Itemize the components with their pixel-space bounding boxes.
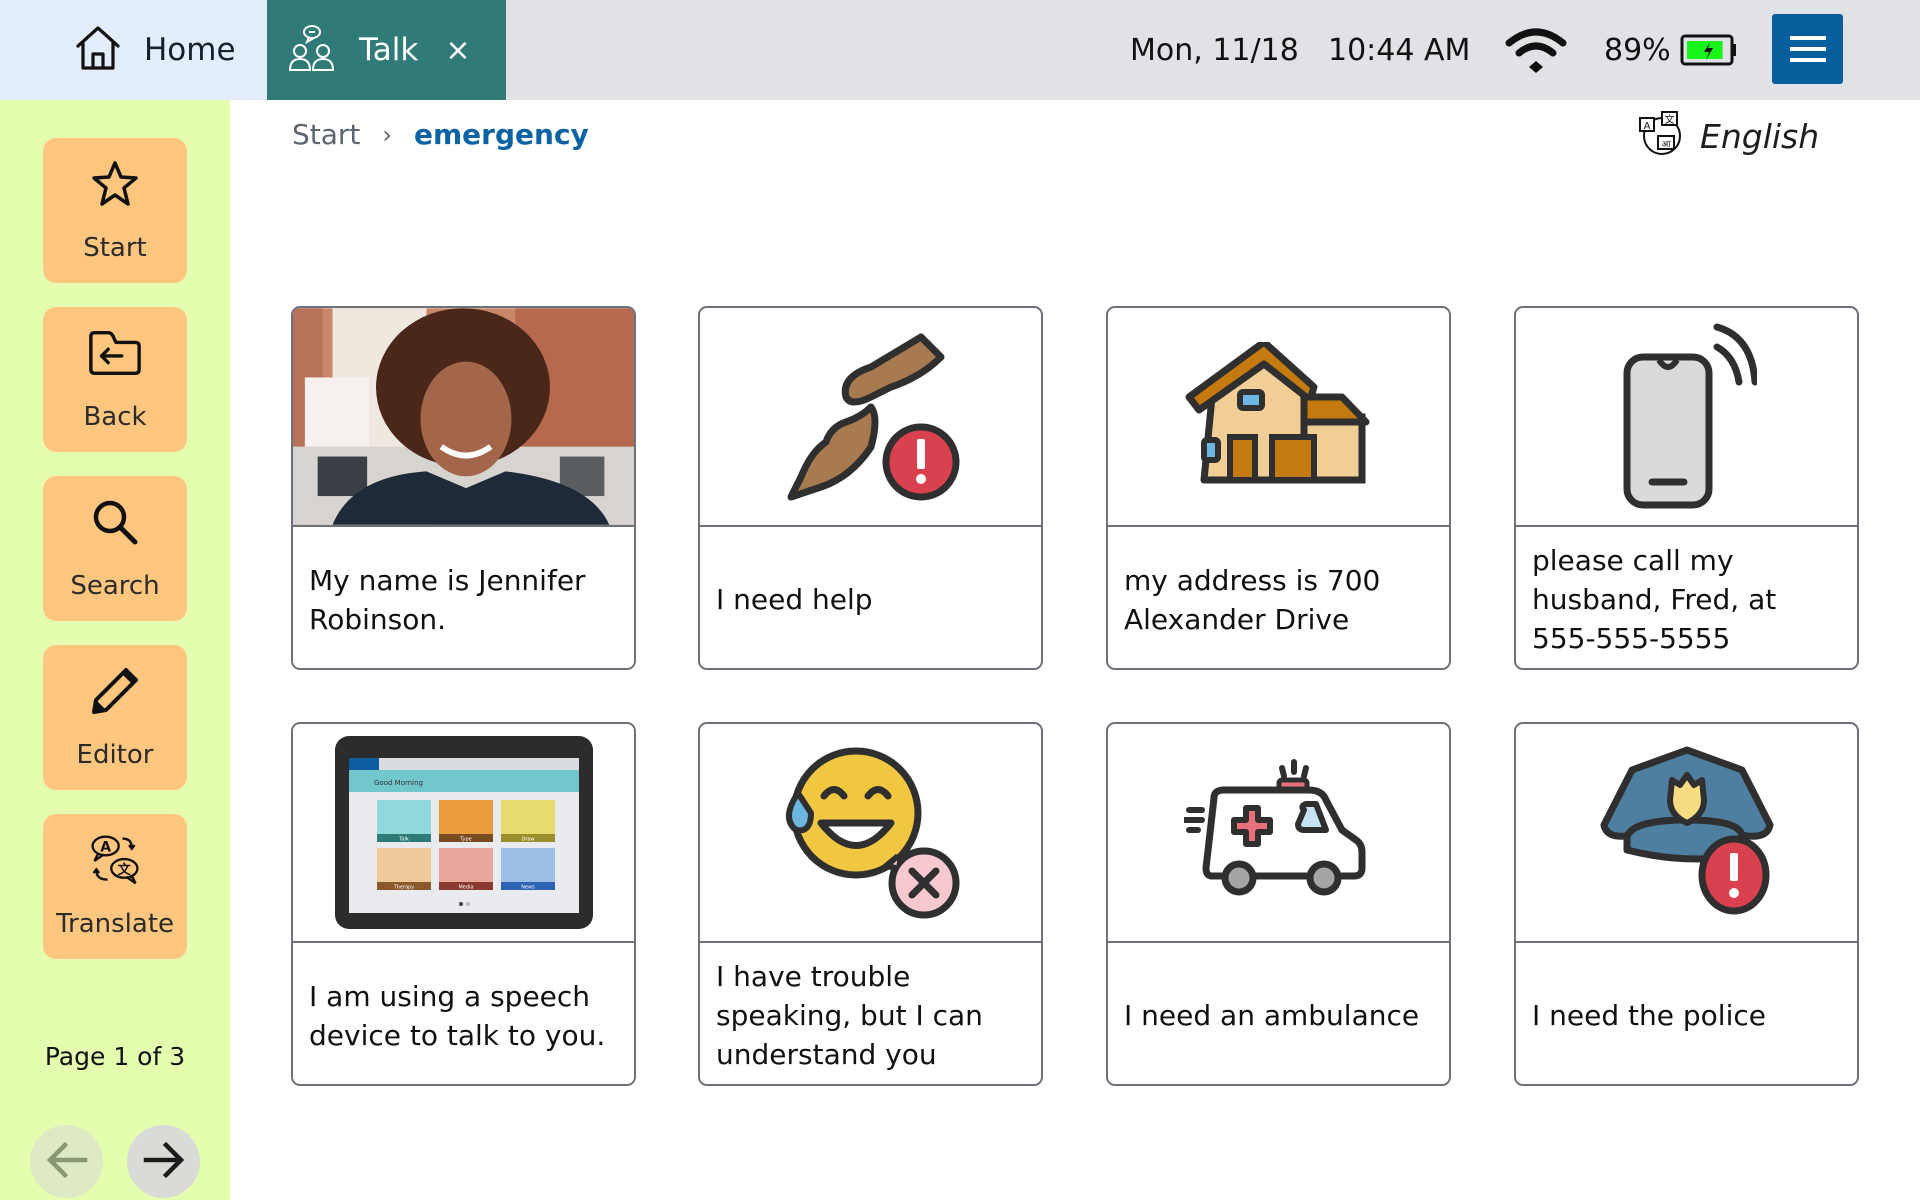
sidebar-button-editor[interactable]: Editor	[43, 645, 187, 790]
battery-fill	[1687, 41, 1723, 59]
star-icon	[87, 156, 143, 212]
phrase-card[interactable]: Good Morning Talk Type Draw Therapy Media New…	[291, 722, 636, 1086]
menu-line	[1789, 47, 1826, 51]
tab-home[interactable]: Home	[0, 0, 267, 100]
svg-text:文: 文	[1665, 113, 1675, 126]
language-label: English	[1700, 116, 1820, 156]
breadcrumb-current: emergency	[414, 118, 589, 151]
woman-portrait-photo	[293, 308, 634, 527]
breadcrumb-separator: ›	[382, 120, 393, 149]
talk-people-icon	[287, 24, 337, 76]
tab-talk[interactable]: Talk ×	[267, 0, 506, 100]
tablet-tile-label: News	[521, 885, 535, 891]
translate-icon: A文	[87, 832, 143, 888]
phrase-card[interactable]: please call my husband, Fred, at 555-555…	[1514, 306, 1859, 670]
card-text: I need an ambulance	[1124, 999, 1420, 1032]
card-text: my address is 700 Alexander Drive	[1124, 563, 1381, 636]
svg-text:文: 文	[118, 862, 132, 878]
status-date: Mon, 11/18	[1130, 32, 1299, 68]
card-text: I need the police	[1532, 999, 1766, 1032]
folder-back-icon	[87, 325, 143, 381]
search-icon	[87, 494, 143, 550]
language-selector[interactable]: A 文 आ English	[1638, 110, 1819, 162]
breadcrumb: Start › emergency	[292, 118, 589, 151]
sweat-smile-no-speech-icon	[700, 724, 1041, 943]
card-text: I need help	[716, 583, 873, 616]
tablet-tile-label: Therapy	[392, 885, 414, 891]
page-indicator: Page 1 of 3	[44, 1042, 186, 1071]
sidebar-label: Search	[70, 571, 160, 601]
police-cap-alert-icon	[1516, 724, 1857, 943]
previous-page-button[interactable]	[30, 1125, 103, 1198]
wifi-icon	[1505, 0, 1567, 100]
arrow-left-icon	[45, 1140, 89, 1184]
sidebar-label: Start	[83, 233, 147, 263]
hamburger-menu-button[interactable]	[1772, 14, 1843, 84]
tablet-tile-label: Talk	[398, 837, 409, 843]
svg-text:A: A	[1644, 121, 1651, 132]
battery-icon	[1680, 0, 1738, 100]
svg-text:A: A	[100, 840, 111, 856]
card-text: please call my husband, Fred, at 555-555…	[1532, 544, 1777, 655]
home-icon	[74, 24, 122, 76]
pencil-icon	[87, 663, 143, 719]
tablet-greeting: Good Morning	[374, 779, 423, 787]
house-icon	[1108, 308, 1449, 527]
sidebar-label: Editor	[76, 740, 154, 770]
arrow-right-icon	[142, 1140, 186, 1184]
menu-line	[1789, 58, 1826, 62]
tablet-tile-label: Type	[459, 837, 471, 843]
phrase-card[interactable]: My name is Jennifer Robinson.	[291, 306, 636, 670]
tablet-tile-label: Media	[458, 885, 473, 891]
card-text: I am using a speech device to talk to yo…	[309, 979, 606, 1052]
phrase-card[interactable]: I need an ambulance	[1106, 722, 1451, 1086]
languages-globe-icon: A 文 आ	[1638, 110, 1686, 162]
ambulance-icon	[1108, 724, 1449, 943]
app-root: Home Talk × Mon, 11/18 10:44 AM 89% Star…	[0, 0, 1920, 1200]
tab-home-label: Home	[144, 32, 236, 68]
tab-talk-label: Talk	[359, 32, 419, 68]
sidebar: Start Back Search Editor A文 Translate Pa…	[0, 100, 230, 1200]
ringing-phone-icon	[1516, 308, 1857, 527]
sidebar-button-back[interactable]: Back	[43, 307, 187, 452]
card-text: I have trouble speaking, but I can under…	[716, 960, 983, 1071]
top-bar: Home Talk × Mon, 11/18 10:44 AM 89%	[0, 0, 1920, 100]
helping-hands-alert-icon	[700, 308, 1041, 527]
next-page-button[interactable]	[127, 1125, 200, 1198]
card-text: My name is Jennifer Robinson.	[309, 563, 586, 636]
menu-line	[1789, 36, 1826, 40]
tablet-tile-label: Draw	[521, 837, 534, 843]
speech-device-tablet-photo: Good Morning Talk Type Draw Therapy Media New…	[293, 724, 634, 943]
sidebar-button-start[interactable]: Start	[43, 138, 187, 283]
battery-percent: 89%	[1604, 32, 1671, 68]
sidebar-button-translate[interactable]: A文 Translate	[43, 814, 187, 959]
phrase-card[interactable]: my address is 700 Alexander Drive	[1106, 306, 1451, 670]
status-time: 10:44 AM	[1328, 32, 1471, 68]
close-tab-button[interactable]: ×	[438, 30, 478, 70]
phrase-card[interactable]: I need the police	[1514, 722, 1859, 1086]
sidebar-label: Translate	[55, 909, 175, 939]
breadcrumb-start[interactable]: Start	[292, 118, 360, 151]
sidebar-label: Back	[83, 402, 147, 432]
phrase-card[interactable]: I need help	[698, 306, 1043, 670]
phrase-card[interactable]: I have trouble speaking, but I can under…	[698, 722, 1043, 1086]
sidebar-button-search[interactable]: Search	[43, 476, 187, 621]
svg-text:आ: आ	[1661, 140, 1671, 150]
